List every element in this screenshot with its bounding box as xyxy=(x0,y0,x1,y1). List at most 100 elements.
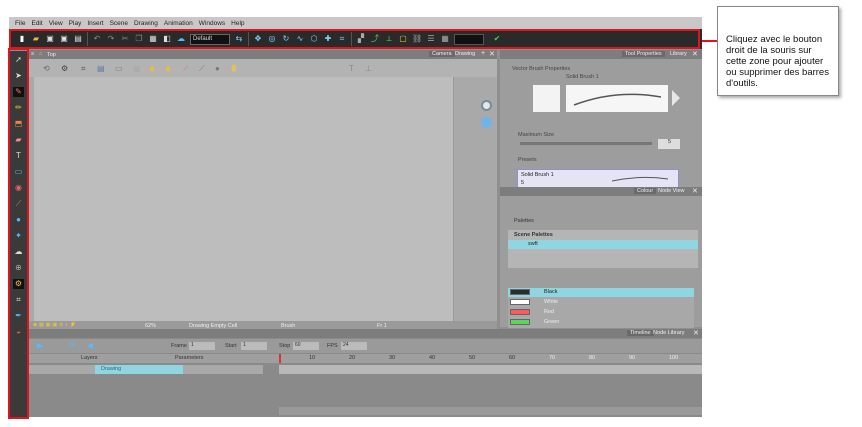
layer-row[interactable]: Drawing xyxy=(29,365,263,374)
menu-animation[interactable]: Animation xyxy=(164,20,193,27)
close-icon[interactable]: ✕ xyxy=(489,50,495,58)
playback-toolbar[interactable]: ▶ ⟳ ◀ Frame 1 Start 1 Stop 60 FPS 24 xyxy=(29,339,702,353)
tab-node-view[interactable]: Node View xyxy=(658,188,685,194)
safe-area-icon[interactable]: ▭ xyxy=(115,64,123,73)
brush-stroke-preview[interactable] xyxy=(566,85,668,112)
tab-colour[interactable]: Colour xyxy=(634,188,657,194)
colour-name: Red xyxy=(544,309,555,315)
timeline-column-header: Layers Parameters 10 20 30 40 50 60 70 8… xyxy=(29,354,702,363)
colour-row-black[interactable]: Black xyxy=(508,288,694,297)
top-toolbar-highlight xyxy=(9,29,700,49)
line-icon[interactable]: ⟋ xyxy=(199,64,205,74)
layer-name: Drawing xyxy=(101,366,122,372)
colour-name: Green xyxy=(544,319,560,325)
tab-timeline[interactable]: Timeline xyxy=(627,330,654,336)
status-icons[interactable]: ◆ ▦ ▣ ▣ ⊗ ◐ ⚡ xyxy=(33,322,77,328)
left-toolbar-highlight xyxy=(8,48,29,419)
palette-list[interactable]: Scene Palettes swft xyxy=(508,230,698,268)
exposure-track[interactable] xyxy=(279,365,702,374)
loop-icon[interactable]: ⟳ xyxy=(69,341,76,350)
start-field[interactable]: 1 xyxy=(241,342,267,350)
brush-header: Vector Brush Properties xyxy=(512,66,571,72)
menu-file[interactable]: File xyxy=(15,20,25,27)
timeline-panel: Timeline Node Library ✕ ▶ ⟳ ◀ Frame 1 St… xyxy=(29,329,702,417)
menu-insert[interactable]: Insert xyxy=(87,20,103,27)
ruler-10: 10 xyxy=(309,355,316,361)
stop-label: Stop xyxy=(279,343,291,349)
globe-icon[interactable] xyxy=(481,100,492,111)
pen-icon[interactable]: ⟋ xyxy=(183,64,189,74)
ruler-80: 80 xyxy=(589,355,596,361)
stroke-sample xyxy=(573,93,662,106)
menu-view[interactable]: View xyxy=(49,20,63,27)
tab-tool-properties[interactable]: Tool Properties xyxy=(622,51,665,57)
grid-view-icon[interactable]: ⌗ xyxy=(81,64,86,74)
close-icon[interactable]: ✕ xyxy=(693,329,699,337)
tab-camera[interactable]: Camera xyxy=(429,51,455,57)
start-label: Start xyxy=(225,343,237,349)
camera-toolbar[interactable]: ⟲ ⚙ ⌗ ▤ ▭ ▦ ◆ ◆ ⟋ ⟋ ● ⬮ T ⊥ xyxy=(29,59,497,77)
callout-box: Cliquez avec le bouton droit de la souri… xyxy=(717,6,839,96)
camera-view: ≡ ⌂ Top Camera Drawing + ✕ ⟲ ⚙ ⌗ ▤ ▭ ▦ ◆… xyxy=(29,50,497,331)
drawing-canvas[interactable] xyxy=(34,77,454,324)
max-size-field[interactable]: 5 xyxy=(658,139,680,149)
presets-label: Presets xyxy=(518,157,537,163)
panel-menu-icon[interactable]: ≡ xyxy=(31,51,34,57)
colour-name: White xyxy=(544,299,559,305)
parameters-label: Parameters xyxy=(175,355,204,361)
bulb-icon[interactable]: ◆ xyxy=(149,64,155,73)
menu-edit[interactable]: Edit xyxy=(31,20,42,27)
palette-row[interactable]: swft xyxy=(508,240,698,249)
lock-icon[interactable]: ▦ xyxy=(133,64,141,73)
text-tool-icon[interactable]: T xyxy=(349,64,354,73)
frame-field[interactable]: 1 xyxy=(189,342,215,350)
menu-windows[interactable]: Windows xyxy=(199,20,225,27)
max-size-slider[interactable] xyxy=(520,142,652,145)
sound-icon[interactable]: ◀ xyxy=(87,341,93,350)
palettes-label: Palettes xyxy=(514,218,534,224)
add-tab-icon[interactable]: + xyxy=(481,50,485,57)
ruler-50: 50 xyxy=(469,355,476,361)
stop-field[interactable]: 60 xyxy=(293,342,319,350)
menu-play[interactable]: Play xyxy=(69,20,82,27)
layer-name-cell[interactable]: Drawing xyxy=(95,365,183,374)
menu-help[interactable]: Help xyxy=(231,20,244,27)
tab-node-library[interactable]: Node Library xyxy=(653,330,685,336)
view-icon[interactable]: ▤ xyxy=(97,64,105,73)
light-icon[interactable]: ◆ xyxy=(165,64,171,73)
ruler-70: 70 xyxy=(549,355,556,361)
colour-name: Black xyxy=(544,289,558,295)
callout-connector xyxy=(702,40,718,42)
tab-drawing[interactable]: Drawing xyxy=(455,51,475,57)
brush-preview-icon[interactable]: ● xyxy=(215,64,220,73)
ruler-30: 30 xyxy=(389,355,396,361)
colour-row-green[interactable]: Green xyxy=(508,318,694,327)
brush-dot-preview[interactable] xyxy=(533,85,560,112)
brush-arrow-icon[interactable] xyxy=(672,90,680,106)
fps-field[interactable]: 24 xyxy=(341,342,367,350)
colour-row-white[interactable]: White xyxy=(508,298,694,307)
play-icon[interactable]: ▶ xyxy=(37,341,43,350)
anchor-icon[interactable]: ⊥ xyxy=(365,64,372,73)
egg-icon[interactable]: ⬮ xyxy=(231,63,237,74)
ruler-20: 20 xyxy=(349,355,356,361)
close-icon[interactable]: ✕ xyxy=(692,187,698,195)
menu-drawing[interactable]: Drawing xyxy=(134,20,158,27)
view-navigation xyxy=(481,100,492,128)
menu-scene[interactable]: Scene xyxy=(110,20,128,27)
harmony-window: File Edit View Play Insert Scene Drawing… xyxy=(9,17,702,417)
ruler-90: 90 xyxy=(629,355,636,361)
close-icon[interactable]: ✕ xyxy=(692,50,698,58)
colour-list[interactable]: Black White Red Green xyxy=(508,288,694,328)
colour-swatch xyxy=(510,319,530,325)
colour-row-red[interactable]: Red xyxy=(508,308,694,317)
timeline-scrollbar[interactable] xyxy=(279,407,702,415)
reset-icon[interactable]: ⟲ xyxy=(43,64,50,73)
home-icon[interactable]: ⌂ xyxy=(39,51,42,57)
settings-icon[interactable]: ⚙ xyxy=(61,64,68,73)
playhead-marker[interactable] xyxy=(279,354,281,363)
tab-library[interactable]: Library xyxy=(670,51,687,57)
colour-swatch xyxy=(510,309,530,315)
timeline-header: Timeline Node Library ✕ xyxy=(29,329,702,338)
camera-icon[interactable] xyxy=(481,117,492,128)
